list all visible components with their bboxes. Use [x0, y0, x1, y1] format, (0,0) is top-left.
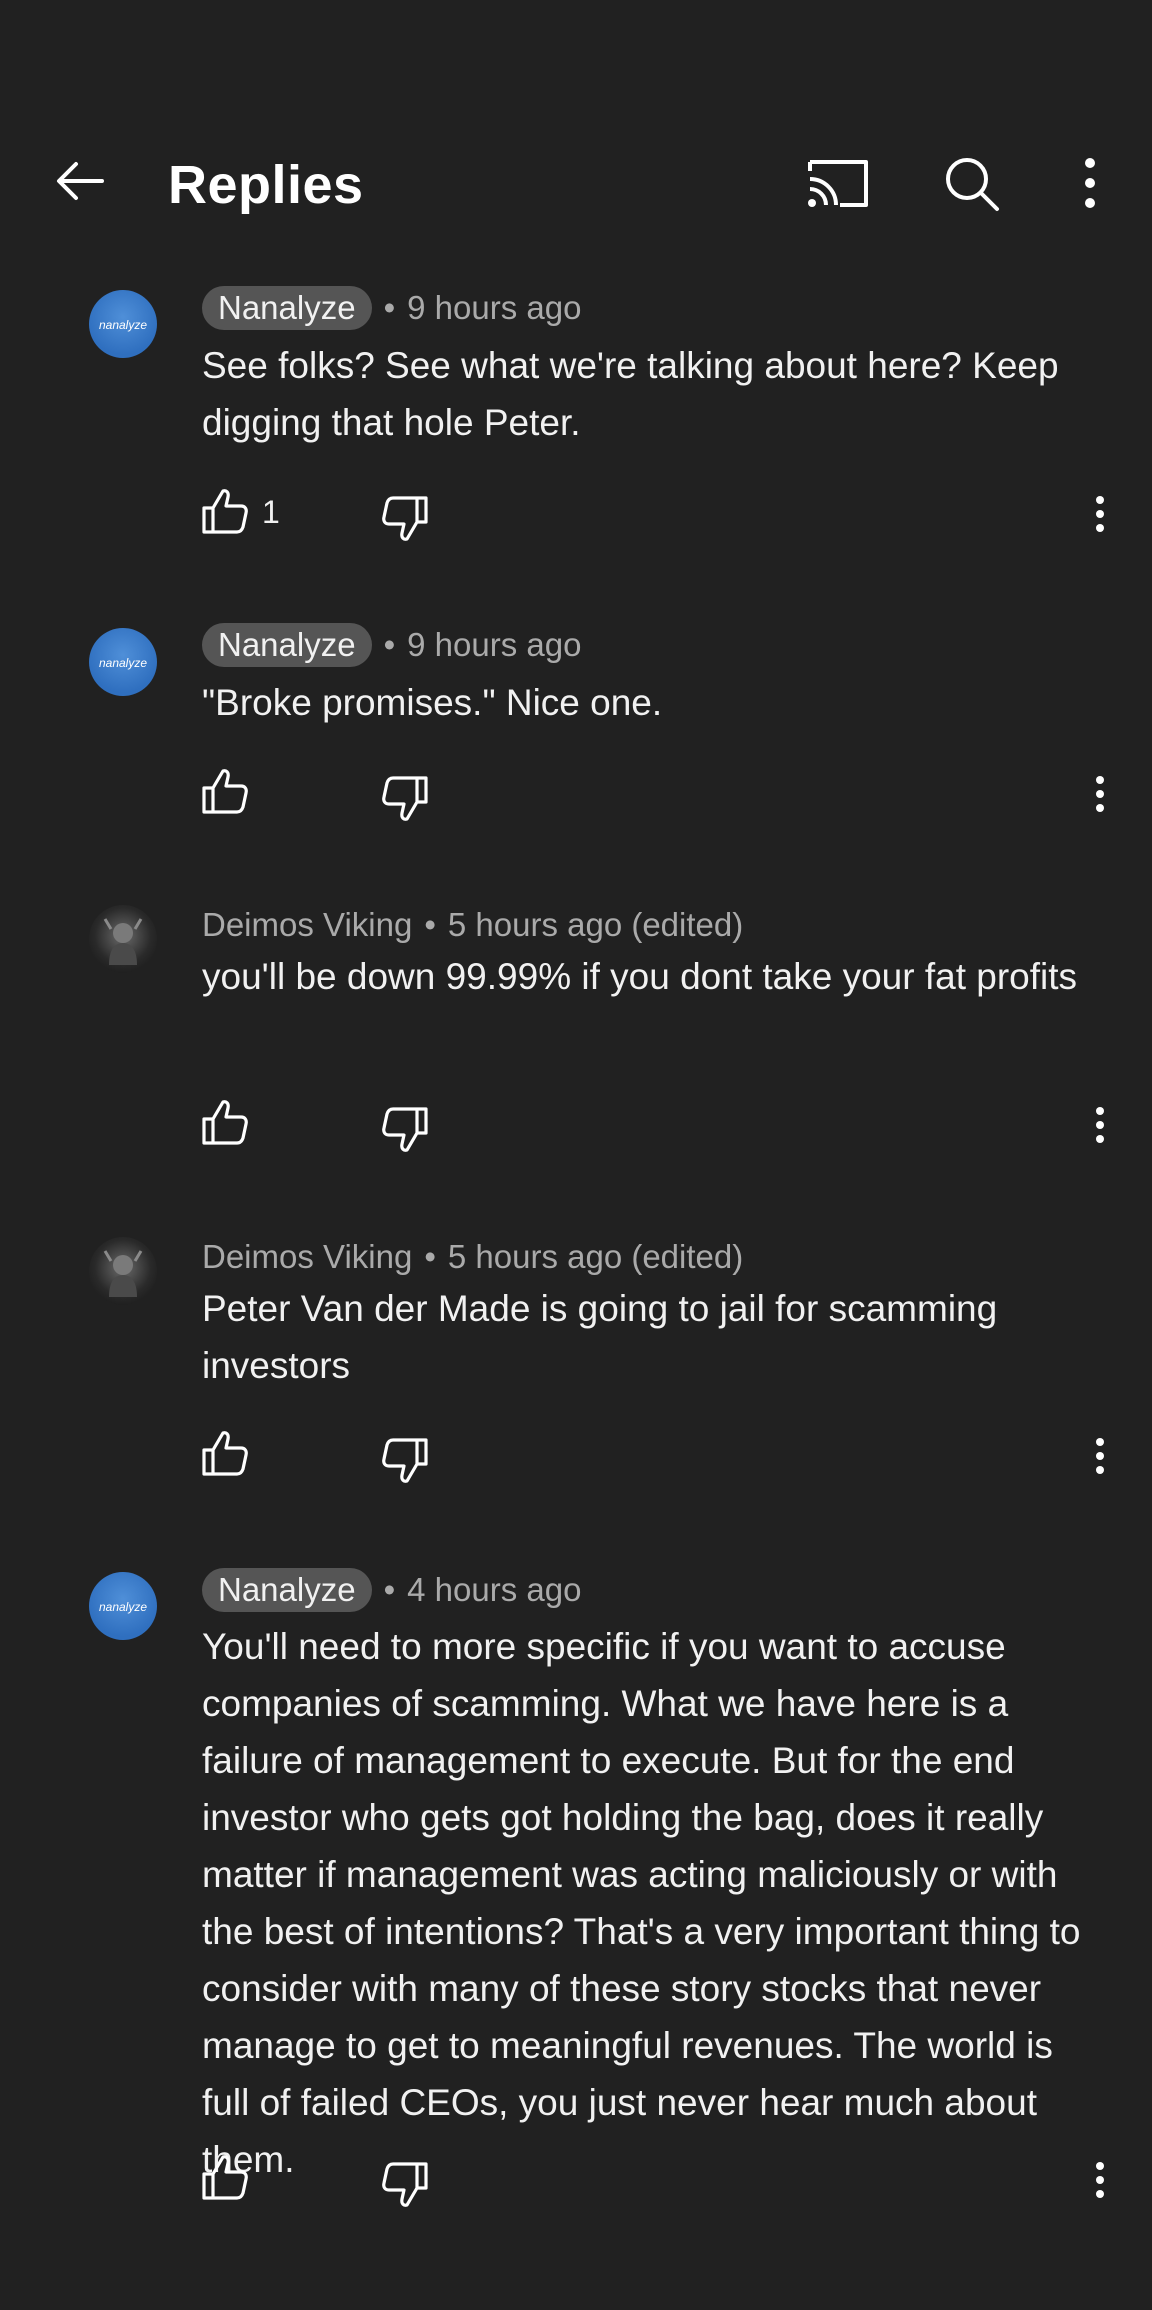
thumb-down-icon	[382, 2162, 428, 2207]
comment-more-button[interactable]	[1070, 484, 1130, 544]
comment-text: "Broke promises." Nice one.	[202, 682, 663, 723]
meta-separator: •	[383, 289, 396, 326]
comment-text: You'll need to more specific if you want…	[202, 1626, 1081, 2180]
like-button[interactable]	[196, 2148, 256, 2208]
thumb-up-icon	[202, 489, 248, 534]
more-options-button[interactable]	[1050, 145, 1130, 225]
meta-separator: •	[424, 906, 436, 943]
dislike-button[interactable]	[374, 1430, 434, 1490]
dislike-button[interactable]	[374, 2154, 434, 2214]
like-count: 1	[262, 494, 280, 530]
thumb-up-icon	[202, 1100, 248, 1145]
more-vert-icon	[1085, 158, 1095, 208]
comment-meta: Nanalyze • 9 hours ago	[202, 285, 581, 331]
like-button[interactable]	[196, 762, 256, 822]
thumb-down-icon	[382, 1107, 428, 1152]
more-vert-icon	[1096, 1438, 1104, 1474]
avatar-logo-text: nanalyze	[98, 318, 148, 332]
thumb-down-icon	[382, 1438, 428, 1483]
avatar-logo-text: nanalyze	[98, 1600, 148, 1614]
meta-separator: •	[424, 1238, 436, 1275]
avatar-image	[103, 918, 143, 965]
author-name[interactable]: Nanalyze	[202, 623, 372, 667]
avatar[interactable]: nanalyze	[89, 290, 157, 358]
search-button[interactable]	[932, 145, 1012, 225]
author-name[interactable]: Deimos Viking	[202, 906, 412, 944]
more-vert-icon	[1096, 496, 1104, 532]
comment-item: nanalyze Nanalyze • 9 hours ago "Broke p…	[0, 598, 1152, 878]
thumb-up-icon	[202, 769, 248, 814]
comment-meta: Nanalyze • 4 hours ago	[202, 1567, 581, 1613]
like-button[interactable]	[196, 1424, 256, 1484]
comment-time: 5 hours ago (edited)	[447, 906, 744, 943]
meta-separator: •	[383, 1571, 396, 1608]
avatar[interactable]	[89, 905, 157, 973]
cast-button[interactable]	[798, 145, 878, 225]
comment-time: 4 hours ago	[407, 1571, 582, 1608]
comment-more-button[interactable]	[1070, 1426, 1130, 1486]
thumb-up-icon	[202, 1431, 248, 1476]
dislike-button[interactable]	[374, 768, 434, 828]
more-vert-icon	[1096, 2162, 1104, 2198]
cast-icon	[808, 160, 868, 207]
comment-time: 9 hours ago	[407, 626, 582, 663]
like-button[interactable]	[196, 482, 256, 542]
avatar[interactable]	[89, 1237, 157, 1305]
thumb-down-icon	[382, 496, 428, 541]
author-name[interactable]: Nanalyze	[202, 286, 372, 330]
comment-time: 9 hours ago	[407, 289, 582, 326]
comment-item: Deimos Viking • 5 hours ago (edited) you…	[0, 878, 1152, 1210]
author-name[interactable]: Deimos Viking	[202, 1238, 412, 1276]
comment-text: you'll be down 99.99% if you dont take y…	[202, 956, 1078, 997]
more-vert-icon	[1096, 776, 1104, 812]
search-icon	[946, 158, 999, 211]
comment-meta: Deimos Viking • 5 hours ago (edited)	[202, 1234, 743, 1280]
comment-more-button[interactable]	[1070, 764, 1130, 824]
dislike-button[interactable]	[374, 488, 434, 548]
page-title: Replies	[168, 155, 364, 215]
back-button[interactable]	[40, 145, 120, 225]
dislike-button[interactable]	[374, 1099, 434, 1159]
avatar[interactable]: nanalyze	[89, 1572, 157, 1640]
comment-text: See folks? See what we're talking about …	[202, 345, 1059, 443]
avatar-logo-text: nanalyze	[98, 656, 148, 670]
comment-meta: Nanalyze • 9 hours ago	[202, 622, 581, 668]
comment-item: nanalyze Nanalyze • 9 hours ago See folk…	[0, 260, 1152, 598]
thumb-up-icon	[202, 2155, 248, 2200]
comment-meta: Deimos Viking • 5 hours ago (edited)	[202, 902, 743, 948]
like-button[interactable]	[196, 1093, 256, 1153]
comment-list: nanalyze Nanalyze • 9 hours ago See folk…	[0, 260, 1152, 2262]
thumb-down-icon	[382, 776, 428, 821]
back-arrow-icon	[57, 162, 104, 200]
comment-time: 5 hours ago (edited)	[447, 1238, 744, 1275]
avatar-image	[103, 1250, 143, 1297]
comment-more-button[interactable]	[1070, 2150, 1130, 2210]
author-name[interactable]: Nanalyze	[202, 1568, 372, 1612]
more-vert-icon	[1096, 1107, 1104, 1143]
avatar[interactable]: nanalyze	[89, 628, 157, 696]
comment-item: Deimos Viking • 5 hours ago (edited) Pet…	[0, 1210, 1152, 1542]
comment-item: nanalyze Nanalyze • 4 hours ago You'll n…	[0, 1542, 1152, 2262]
meta-separator: •	[383, 626, 396, 663]
app-bar: Replies	[0, 0, 1152, 260]
comment-more-button[interactable]	[1070, 1095, 1130, 1155]
comment-text: Peter Van der Made is going to jail for …	[202, 1288, 998, 1386]
